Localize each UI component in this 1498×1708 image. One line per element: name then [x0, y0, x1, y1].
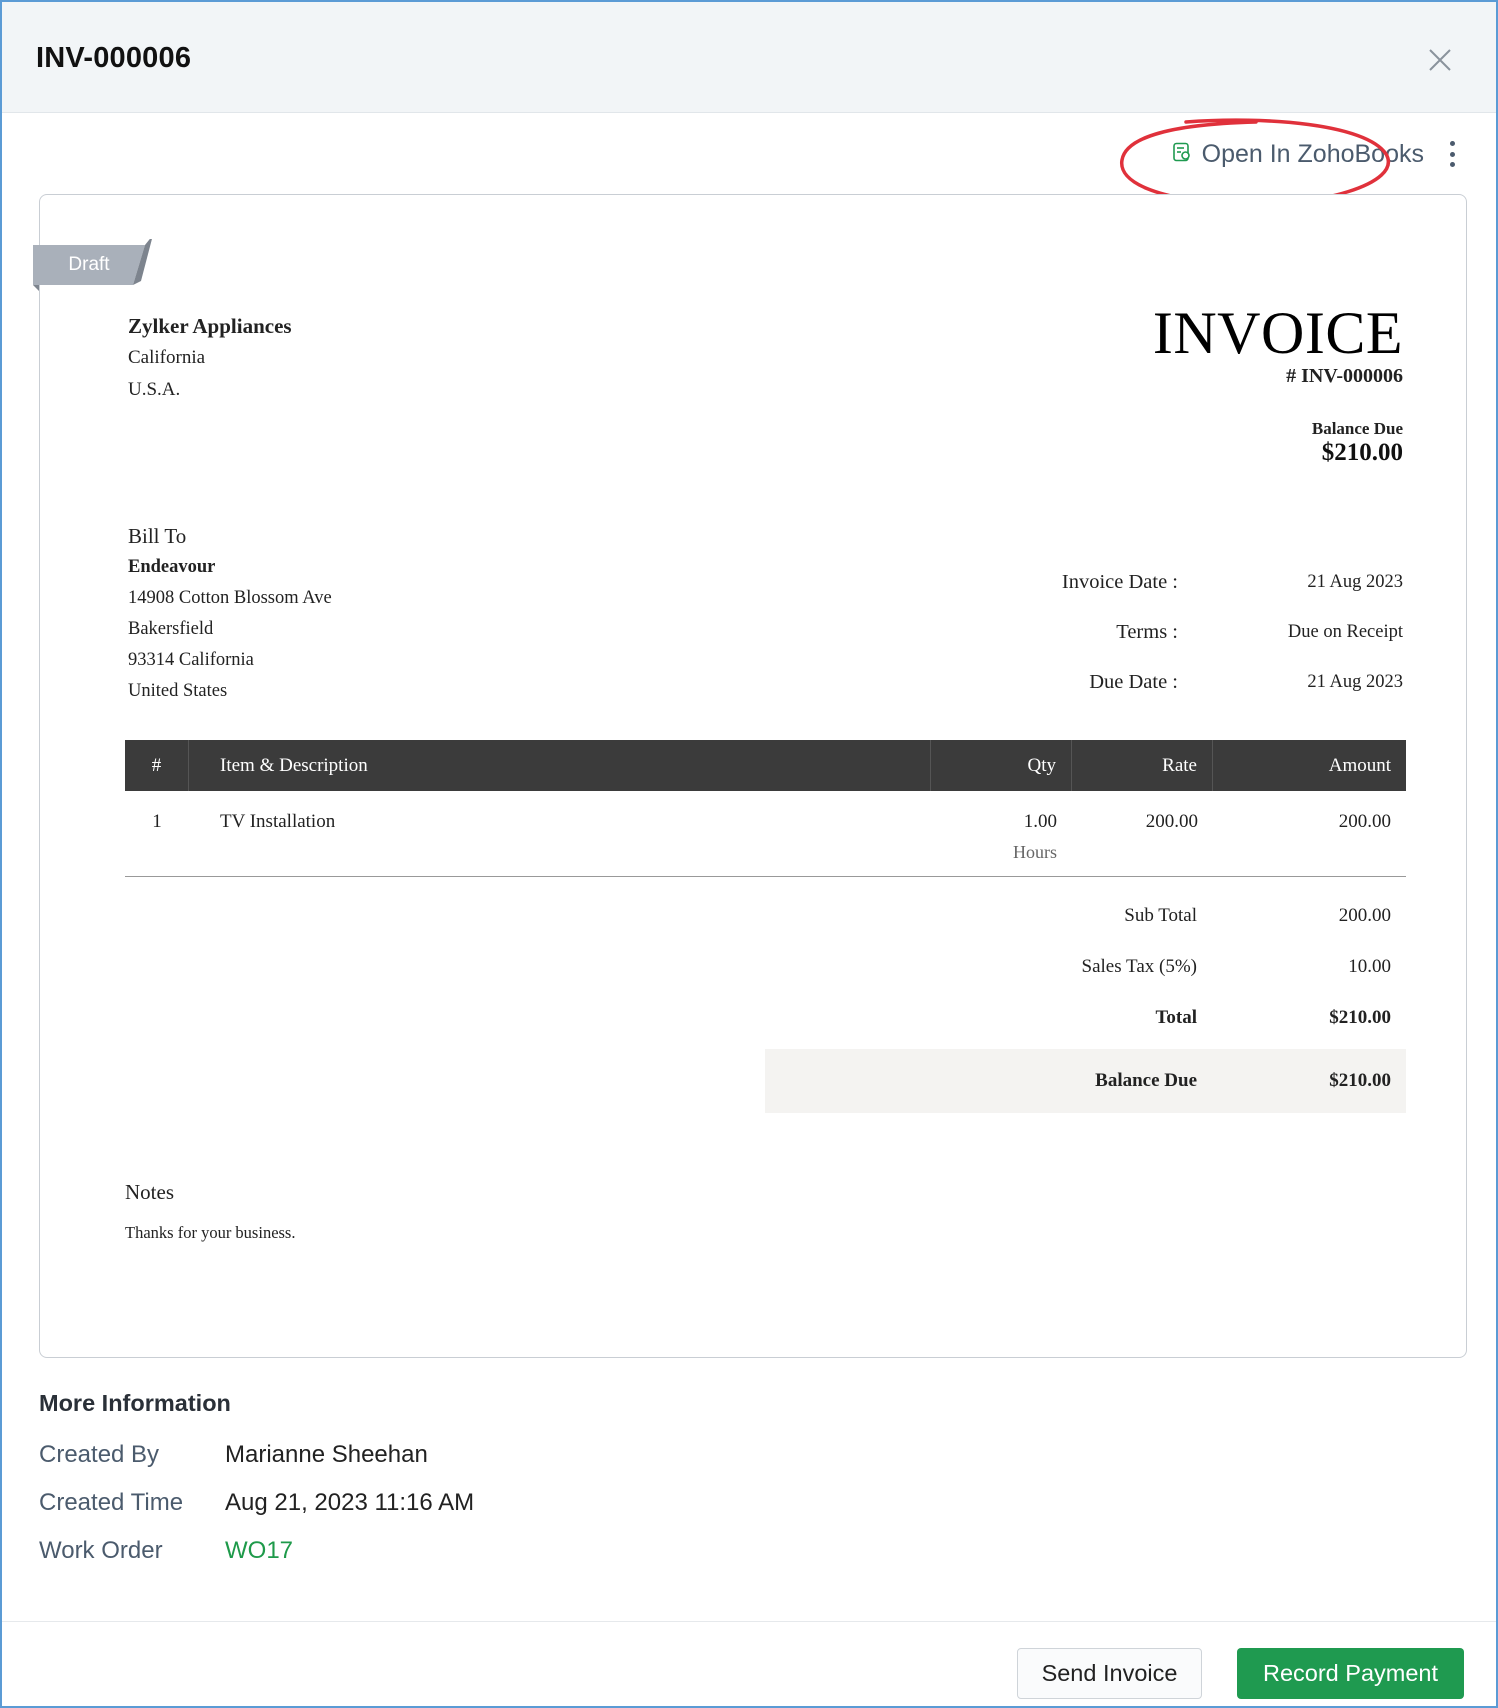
detail-label: Due Date :: [1089, 670, 1178, 693]
more-information: More Information Created By Marianne She…: [39, 1390, 474, 1566]
detail-label: Invoice Date :: [1061, 570, 1178, 593]
open-in-zohobooks-link[interactable]: Open In ZohoBooks: [1119, 117, 1428, 206]
organization-name: Zylker Appliances: [128, 314, 292, 338]
totals-block: Sub Total 200.00 Sales Tax (5%) 10.00 To…: [765, 890, 1406, 1113]
info-value: Aug 21, 2023 11:16 AM: [225, 1488, 475, 1516]
notes-block: Notes Thanks for your business.: [125, 1180, 295, 1243]
open-in-zohobooks-label: Open In ZohoBooks: [1201, 139, 1424, 168]
detail-row-terms: Terms : Due on Receipt: [973, 607, 1403, 657]
organization-line: California: [128, 347, 206, 368]
row-rate: 200.00: [1145, 811, 1198, 832]
bill-to-block: Bill To Endeavour 14908 Cotton Blossom A…: [128, 521, 332, 707]
row-amount: 200.00: [1338, 811, 1391, 832]
row-unit: Hours: [1013, 842, 1057, 862]
line-items-table: # Item & Description Qty Rate Amount 1 T…: [125, 740, 1406, 877]
info-label: Work Order: [39, 1536, 163, 1564]
info-row-created-by: Created By Marianne Sheehan: [39, 1439, 474, 1470]
dialog-title: INV-000006: [36, 42, 192, 74]
balance-due-label: Balance Due: [1311, 419, 1403, 438]
total-label: Total: [1155, 1006, 1197, 1028]
row-number: 1: [152, 811, 162, 832]
invoice-dialog: INV-000006 Open In ZohoBooks Draft Zylke…: [0, 0, 1498, 1708]
organization-address: Zylker Appliances California U.S.A.: [128, 310, 292, 406]
subtotal-label: Sub Total: [1124, 904, 1197, 926]
invoice-actions: Open In ZohoBooks: [1119, 117, 1458, 206]
info-label: Created By: [39, 1440, 160, 1468]
info-row-work-order: Work Order WO17: [39, 1535, 474, 1566]
customer-name: Endeavour: [128, 557, 216, 577]
balance-due-row: Balance Due $210.00: [765, 1049, 1406, 1113]
column-header-item: Item & Description: [189, 740, 931, 791]
tax-value: 10.00: [1348, 955, 1391, 977]
customer-address-line: 93314 California: [128, 650, 254, 670]
table-header: # Item & Description Qty Rate Amount: [125, 740, 1406, 791]
table-row: 1 TV Installation 1.00 Hours 200.00 200.…: [125, 791, 1406, 877]
zohobooks-icon: [1172, 142, 1192, 167]
notes-label: Notes: [125, 1180, 174, 1204]
detail-value: 21 Aug 2023: [1307, 671, 1403, 692]
organization-line: U.S.A.: [128, 379, 181, 400]
row-item: TV Installation: [220, 811, 336, 832]
tax-row: Sales Tax (5%) 10.00: [765, 941, 1406, 992]
dialog-footer: Send Invoice Record Payment: [2, 1621, 1496, 1706]
total-value: $210.00: [1329, 1006, 1391, 1028]
send-invoice-button[interactable]: Send Invoice: [1017, 1648, 1202, 1699]
customer-address-line: Bakersfield: [128, 619, 214, 639]
column-header-number: #: [125, 740, 189, 791]
more-options-icon[interactable]: [1446, 141, 1458, 167]
balance-due-row-label: Balance Due: [1095, 1070, 1197, 1091]
column-header-rate: Rate: [1072, 740, 1213, 791]
balance-due-value: $210.00: [1321, 439, 1403, 466]
tax-label: Sales Tax (5%): [1081, 955, 1197, 977]
dialog-header: INV-000006: [2, 2, 1496, 113]
info-value: Marianne Sheehan: [225, 1440, 428, 1468]
detail-row-due-date: Due Date : 21 Aug 2023: [973, 657, 1403, 707]
info-row-created-time: Created Time Aug 21, 2023 11:16 AM: [39, 1487, 474, 1518]
invoice-heading-block: INVOICE # INV-000006 Balance Due $210.00: [1153, 303, 1403, 467]
more-information-heading: More Information: [39, 1390, 231, 1416]
column-header-qty: Qty: [931, 740, 1072, 791]
work-order-link[interactable]: WO17: [225, 1537, 293, 1565]
customer-address-line: United States: [128, 681, 228, 701]
row-qty-cell: 1.00 Hours: [931, 791, 1072, 876]
invoice-details: Invoice Date : 21 Aug 2023 Terms : Due o…: [973, 557, 1403, 707]
bill-to-label: Bill To: [128, 524, 187, 548]
row-qty: 1.00: [1023, 811, 1057, 832]
column-header-amount: Amount: [1328, 754, 1391, 776]
subtotal-row: Sub Total 200.00: [765, 890, 1406, 941]
balance-due-row-value: $210.00: [1329, 1070, 1391, 1091]
detail-value: Due on Receipt: [1287, 621, 1403, 642]
invoice-number: # INV-000006: [1286, 365, 1403, 387]
notes-text: Thanks for your business.: [125, 1223, 296, 1242]
close-icon[interactable]: [1426, 46, 1454, 74]
status-ribbon: Draft: [33, 239, 155, 291]
total-row: Total $210.00: [765, 992, 1406, 1043]
status-draft-label: Draft: [68, 254, 110, 275]
detail-label: Terms :: [1116, 620, 1178, 643]
subtotal-value: 200.00: [1338, 904, 1391, 926]
record-payment-button[interactable]: Record Payment: [1237, 1648, 1464, 1699]
invoice-preview: Draft Zylker Appliances California U.S.A…: [33, 194, 1467, 1358]
customer-address-line: 14908 Cotton Blossom Ave: [128, 588, 332, 608]
detail-value: 21 Aug 2023: [1307, 571, 1403, 592]
detail-row-invoice-date: Invoice Date : 21 Aug 2023: [973, 557, 1403, 607]
info-label: Created Time: [39, 1488, 184, 1516]
invoice-heading: INVOICE: [1152, 300, 1403, 366]
